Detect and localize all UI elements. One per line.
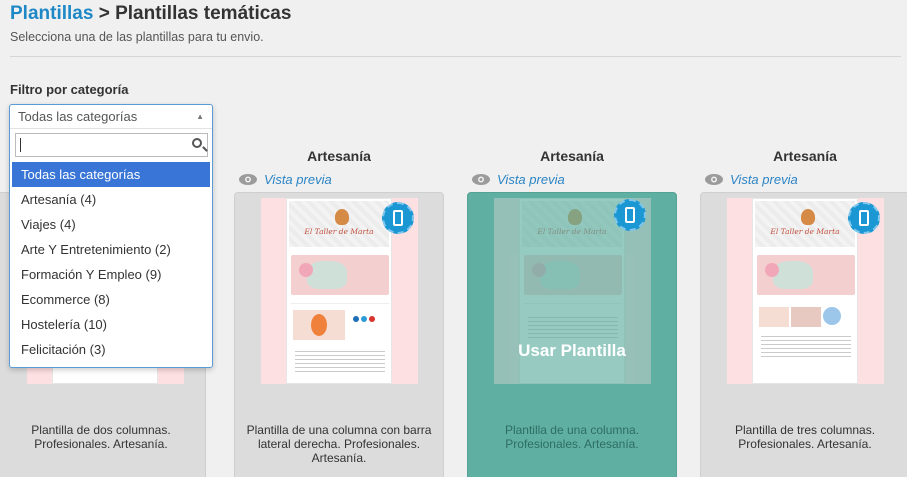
preview-link[interactable]: Vista previa (704, 172, 798, 187)
template-thumbnail: El Taller de Marta (261, 198, 418, 384)
thumbnail-logo: El Taller de Marta (304, 227, 374, 236)
phone-icon (393, 210, 403, 226)
template-thumbnail-preview: El Taller de Marta (286, 198, 392, 384)
logo-bear-image (568, 209, 582, 225)
text-caret (20, 138, 21, 152)
template-description: Plantilla de una columna. Profesionales.… (504, 423, 640, 451)
thumbnail-three-columns (757, 303, 855, 379)
thumbnail-logo-area: El Taller de Marta (755, 201, 855, 247)
template-description: Plantilla de tres columnas. Profesionale… (734, 423, 876, 451)
thumbnail-hero-image (524, 255, 622, 295)
thumbnail-social-icons (353, 316, 375, 322)
category-select-value: Todas las categorías (18, 109, 138, 124)
page-subtitle: Selecciona una de las plantillas para tu… (10, 30, 264, 44)
eye-icon (239, 174, 257, 185)
breadcrumb: Plantillas > Plantillas temáticas (10, 3, 291, 25)
preview-link-label: Vista previa (264, 172, 332, 187)
thumbnail-hero-image (757, 255, 855, 295)
breadcrumb-link-plantillas[interactable]: Plantillas (10, 3, 93, 24)
phone-icon (625, 207, 635, 223)
filter-label: Filtro por categoría (10, 82, 129, 97)
eye-icon (705, 174, 723, 185)
template-card-2[interactable]: El Taller de Marta Plantilla de una colu… (234, 192, 444, 477)
category-option-formacion[interactable]: Formación Y Empleo (9) (12, 262, 210, 287)
search-icon (192, 138, 202, 148)
thumbnail-text (528, 314, 618, 340)
preview-link-label: Vista previa (730, 172, 798, 187)
logo-bear-image (335, 209, 349, 225)
category-option-artesania[interactable]: Artesanía (4) (12, 187, 210, 212)
template-title: Artesanía (773, 148, 837, 164)
category-option-viajes[interactable]: Viajes (4) (12, 212, 210, 237)
thumbnail-content-row (291, 303, 389, 379)
category-option-all[interactable]: Todas las categorías (12, 162, 210, 187)
thumbnail-doll-image (293, 310, 345, 340)
category-option-arte[interactable]: Arte Y Entretenimiento (2) (12, 237, 210, 262)
breadcrumb-separator: > (93, 3, 116, 24)
chevron-up-icon: ▲ (196, 112, 204, 121)
mobile-responsive-badge (382, 202, 414, 234)
thumbnail-logo: El Taller de Marta (770, 227, 840, 236)
phone-icon (859, 210, 869, 226)
thumbnail-hero-image (291, 255, 389, 295)
category-option-felicitacion[interactable]: Felicitación (3) (12, 337, 210, 362)
logo-bear-image (801, 209, 815, 225)
thumbnail-text (761, 333, 851, 359)
preview-link[interactable]: Vista previa (238, 172, 332, 187)
use-template-button[interactable]: Usar Plantilla (468, 341, 676, 361)
template-thumbnail: El Taller de Marta (727, 198, 884, 384)
template-title: Artesanía (540, 148, 604, 164)
category-search-input[interactable] (15, 133, 208, 157)
eye-icon (472, 174, 490, 185)
template-card-3[interactable]: El Taller de Marta Usar Plantilla Planti… (467, 192, 677, 477)
template-description: Plantilla de una columna con barra later… (246, 423, 432, 465)
category-option-hosteleria[interactable]: Hostelería (10) (12, 312, 210, 337)
preview-link-label: Vista previa (497, 172, 565, 187)
preview-link[interactable]: Vista previa (471, 172, 565, 187)
template-title: Artesanía (307, 148, 371, 164)
template-description: Plantilla de dos columnas. Profesionales… (31, 423, 171, 451)
header-divider (10, 56, 901, 57)
category-filter-dropdown[interactable]: Todas las categorías ▲ Todas las categor… (9, 104, 213, 368)
template-thumbnail-preview: El Taller de Marta (752, 198, 858, 384)
thumbnail-logo-area: El Taller de Marta (522, 201, 622, 247)
page-title: Plantillas temáticas (115, 3, 292, 24)
template-card-4[interactable]: El Taller de Marta Plantilla de tres col… (700, 192, 907, 477)
category-option-ecommerce[interactable]: Ecommerce (8) (12, 287, 210, 312)
mobile-responsive-badge (848, 202, 880, 234)
thumbnail-text (295, 348, 385, 374)
category-select[interactable]: Todas las categorías ▲ (10, 105, 212, 129)
thumbnail-logo-area: El Taller de Marta (289, 201, 389, 247)
category-options-list: Todas las categorías Artesanía (4) Viaje… (12, 162, 210, 362)
thumbnail-logo: El Taller de Marta (537, 227, 607, 236)
mobile-responsive-badge (614, 199, 646, 231)
